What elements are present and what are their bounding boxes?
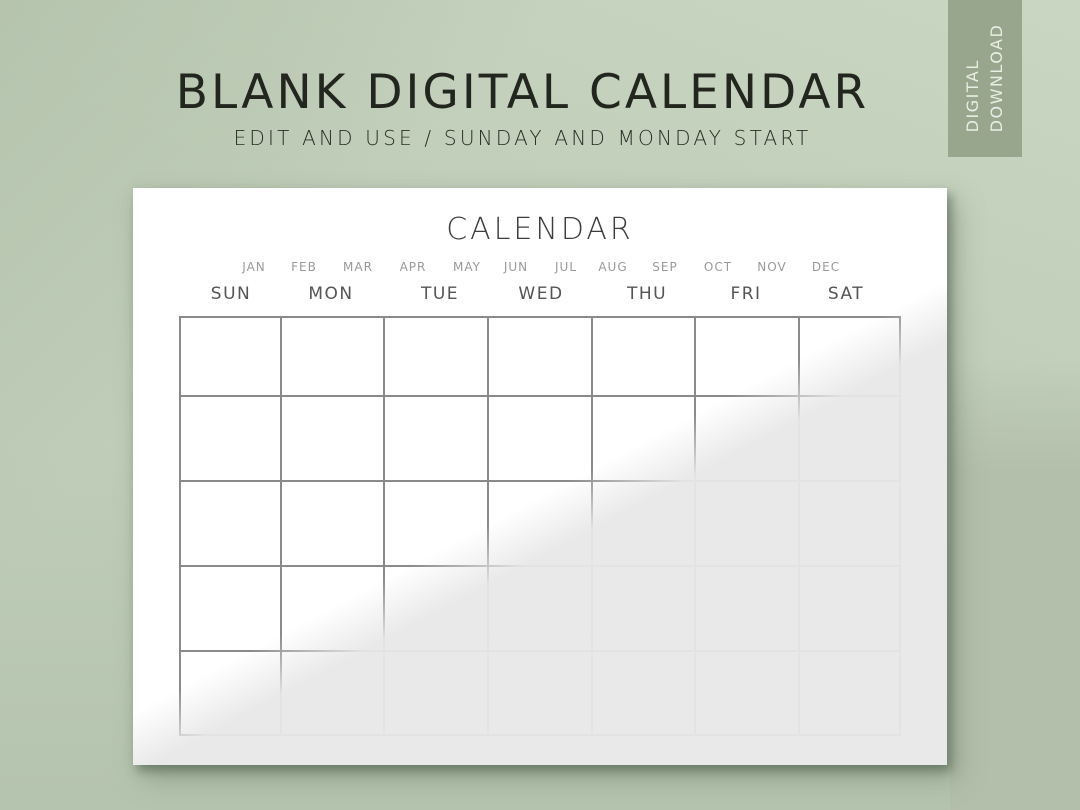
day-cell[interactable]	[281, 651, 384, 735]
month-label[interactable]: DEC	[812, 260, 840, 274]
day-cell[interactable]	[799, 651, 900, 735]
grid-line-horizontal	[179, 316, 901, 318]
day-cell[interactable]	[384, 481, 488, 566]
weekday-header: TUE	[420, 284, 460, 304]
weekday-header: SAT	[827, 284, 865, 304]
month-label[interactable]: OCT	[704, 260, 732, 274]
day-cell[interactable]	[488, 396, 592, 481]
day-cell[interactable]	[799, 396, 900, 481]
grid-line-horizontal	[179, 734, 901, 736]
day-cell[interactable]	[384, 566, 488, 651]
grid-line-vertical	[280, 317, 282, 736]
day-cell[interactable]	[592, 317, 695, 396]
grid-line-vertical	[694, 317, 696, 736]
day-cell[interactable]	[488, 651, 592, 735]
day-cell[interactable]	[384, 396, 488, 481]
month-label[interactable]: JAN	[242, 260, 266, 274]
weekday-header: SUN	[210, 284, 252, 304]
grid-line-vertical	[487, 317, 489, 736]
day-cell[interactable]	[281, 317, 384, 396]
grid-line-vertical	[798, 317, 800, 736]
day-cell[interactable]	[592, 651, 695, 735]
grid-line-vertical	[179, 317, 181, 736]
digital-download-badge: DIGITAL DOWNLOAD	[948, 0, 1022, 157]
day-cell[interactable]	[384, 317, 488, 396]
day-cell[interactable]	[384, 651, 488, 735]
weekday-header: MON	[308, 284, 354, 304]
grid-line-vertical	[383, 317, 385, 736]
month-label[interactable]: JUN	[504, 260, 528, 274]
month-label[interactable]: APR	[400, 260, 427, 274]
day-cell[interactable]	[180, 317, 281, 396]
calendar-sheet: CALENDAR JAN FEB MAR APR MAY JUN JUL AUG SEP OCT N…	[133, 188, 947, 765]
day-cell[interactable]	[180, 396, 281, 481]
badge-line-2: DOWNLOAD	[987, 23, 1006, 133]
badge-line-1: DIGITAL	[963, 59, 982, 133]
day-cell[interactable]	[488, 566, 592, 651]
page-subtitle: EDIT AND USE / SUNDAY AND MONDAY START	[233, 126, 812, 150]
day-cell[interactable]	[488, 317, 592, 396]
day-cell[interactable]	[799, 481, 900, 566]
weekday-header: THU	[626, 284, 668, 304]
day-cell[interactable]	[695, 481, 799, 566]
day-cell[interactable]	[281, 396, 384, 481]
weekday-header: WED	[518, 284, 564, 304]
grid-line-horizontal	[179, 565, 901, 567]
day-cell[interactable]	[592, 396, 695, 481]
day-cell[interactable]	[488, 481, 592, 566]
calendar-title: CALENDAR	[446, 212, 634, 247]
month-label[interactable]: NOV	[757, 260, 786, 274]
weekday-header: FRI	[730, 284, 762, 304]
day-cell[interactable]	[799, 317, 900, 396]
grid-line-vertical	[591, 317, 593, 736]
page-title: BLANK DIGITAL CALENDAR	[175, 65, 870, 120]
day-cell[interactable]	[695, 317, 799, 396]
day-cell[interactable]	[799, 566, 900, 651]
day-cell[interactable]	[180, 566, 281, 651]
month-label[interactable]: AUG	[598, 260, 627, 274]
calendar-grid	[179, 316, 901, 736]
grid-line-horizontal	[179, 480, 901, 482]
day-cell[interactable]	[281, 481, 384, 566]
day-cell[interactable]	[695, 566, 799, 651]
month-label[interactable]: SEP	[652, 260, 677, 274]
day-cell[interactable]	[180, 481, 281, 566]
month-label[interactable]: FEB	[291, 260, 317, 274]
day-cell[interactable]	[180, 651, 281, 735]
day-cell[interactable]	[695, 396, 799, 481]
grid-line-horizontal	[179, 650, 901, 652]
background-shadow	[950, 360, 1080, 810]
day-cell[interactable]	[281, 566, 384, 651]
month-label[interactable]: MAY	[453, 260, 481, 274]
grid-line-vertical	[899, 317, 901, 736]
day-cell[interactable]	[592, 566, 695, 651]
day-cell[interactable]	[592, 481, 695, 566]
month-label[interactable]: MAR	[343, 260, 373, 274]
badge-text: DIGITAL DOWNLOAD	[961, 24, 1009, 133]
month-label[interactable]: JUL	[555, 260, 577, 274]
grid-line-horizontal	[179, 395, 901, 397]
day-cell[interactable]	[695, 651, 799, 735]
